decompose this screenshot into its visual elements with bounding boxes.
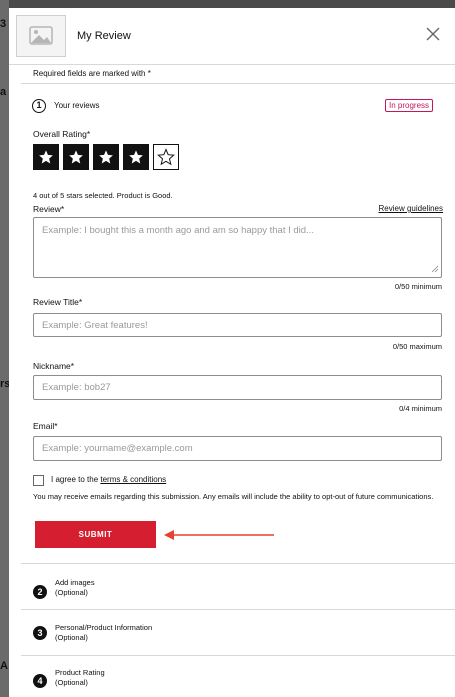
star-icon[interactable] — [93, 144, 119, 170]
rating-status-text: 4 out of 5 stars selected. Product is Go… — [33, 191, 173, 200]
required-fields-note: Required fields are marked with * — [33, 69, 151, 78]
backdrop-text: a — [0, 86, 7, 98]
step-title[interactable]: Personal/Product Information — [55, 623, 152, 632]
step-number-badge: 3 — [33, 626, 47, 640]
step-optional-note: (Optional) — [55, 678, 88, 687]
review-title-input[interactable] — [33, 313, 442, 337]
step-title[interactable]: Product Rating — [55, 668, 105, 677]
star-outline-icon[interactable] — [153, 144, 179, 170]
backdrop-text: A — [0, 660, 8, 672]
divider — [21, 83, 455, 84]
nickname-input[interactable] — [33, 375, 442, 400]
review-char-counter: 0/50 minimum — [394, 282, 442, 291]
nickname-label: Nickname* — [33, 361, 75, 371]
divider — [21, 655, 455, 656]
terms-conditions-link[interactable]: terms & conditions — [100, 475, 166, 484]
review-title-char-counter: 0/50 maximum — [392, 342, 442, 351]
review-title-label: Review Title* — [33, 297, 83, 307]
step-optional-note: (Optional) — [55, 588, 88, 597]
modal-header: My Review — [9, 8, 455, 65]
terms-checkbox[interactable] — [33, 475, 44, 486]
backdrop-text: 3 — [0, 18, 7, 30]
nickname-char-counter: 0/4 minimum — [399, 404, 442, 413]
email-input[interactable] — [33, 436, 442, 461]
divider — [21, 563, 455, 564]
star-icon[interactable] — [123, 144, 149, 170]
status-badge: In progress — [385, 99, 434, 112]
step-number-badge: 1 — [32, 99, 46, 113]
review-guidelines-link[interactable]: Review guidelines — [379, 204, 443, 213]
step-optional-note: (Optional) — [55, 633, 88, 642]
review-textarea[interactable] — [33, 217, 442, 278]
arrow-left-icon — [164, 530, 274, 540]
overall-rating-label: Overall Rating* — [33, 129, 91, 139]
terms-label: I agree to the terms & conditions — [51, 475, 166, 484]
terms-prefix: I agree to the — [51, 475, 101, 484]
review-modal: My Review Required fields are marked wit… — [9, 8, 455, 697]
step-number-badge: 2 — [33, 585, 47, 599]
submit-button[interactable]: SUBMIT — [35, 521, 156, 548]
divider — [21, 609, 455, 610]
star-icon[interactable] — [33, 144, 59, 170]
step-number-badge: 4 — [33, 674, 47, 688]
image-placeholder-icon — [16, 15, 66, 57]
page-backdrop-strip — [0, 0, 9, 697]
modal-title: My Review — [77, 30, 131, 42]
star-icon[interactable] — [63, 144, 89, 170]
review-label: Review* — [33, 204, 65, 214]
email-label: Email* — [33, 421, 58, 431]
step-title: Your reviews — [54, 101, 100, 110]
email-disclaimer: You may receive emails regarding this su… — [33, 492, 434, 501]
close-icon[interactable] — [423, 24, 443, 44]
step-title[interactable]: Add images — [55, 578, 95, 587]
resize-handle-icon[interactable] — [431, 265, 439, 273]
